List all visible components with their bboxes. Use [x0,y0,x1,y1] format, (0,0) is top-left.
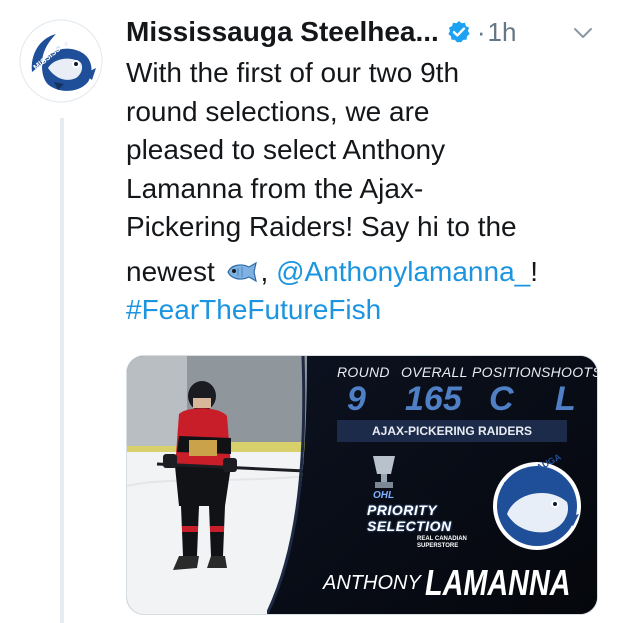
header-round: ROUND [337,364,390,380]
mention-link[interactable]: @Anthonylamanna_ [276,256,530,287]
tweet-line: pleased to select Anthony [126,134,446,165]
tweet-text: With the first of our two 9th round sele… [126,54,611,330]
player-last-name: LAMANNA [425,562,571,603]
tweet-timestamp[interactable]: 1h [487,17,516,48]
value-overall: 165 [405,380,462,418]
thread-line [60,118,64,623]
team-name: AJAX-PICKERING RAIDERS [371,424,533,438]
value-round: 9 [347,380,366,418]
tweet-header: Mississauga Steelhea... · 1h [126,14,606,50]
fish-emoji-icon [225,256,259,282]
priority-line1: PRIORITY [367,502,438,518]
tweet-line: round selections, we are [126,95,430,127]
value-position: C [489,380,514,418]
tweet-line: Pickering Raiders! Say hi to the [126,211,517,242]
media-image[interactable]: ROUND OVERALL POSITION SHOOTS 9 165 C L … [126,355,598,615]
account-name[interactable]: Mississauga Steelhea... [126,16,439,48]
steelheads-logo [19,19,103,103]
separator-dot: · [476,16,486,47]
header-position: POSITION [472,364,542,380]
player-first-name: ANTHONY [323,572,421,594]
sponsor-label: REAL CANADIAN SUPERSTORE [417,536,467,549]
value-shoots: L [555,380,576,418]
chevron-down-icon[interactable] [572,22,594,44]
comma: , [260,255,269,287]
exclaim: ! [530,255,538,287]
tweet-line: Lamanna from the Ajax- [126,172,424,204]
header-overall: OVERALL [401,364,468,380]
hashtag-link[interactable]: #FearTheFutureFish [126,291,611,330]
account-avatar[interactable]: MISSISSAUGA [18,18,104,104]
newest-text: newest [126,255,215,287]
draft-card: ROUND OVERALL POSITION SHOOTS 9 165 C L … [267,356,597,614]
tweet-line: newest , @Anthonylamanna_! [126,253,611,292]
tweet-line: With the first of our two 9th [126,57,460,88]
verified-badge-icon [447,20,471,44]
league-label: OHL [373,490,395,501]
header-shoots: SHOOTS [541,364,598,380]
priority-line2: SELECTION [367,518,452,534]
